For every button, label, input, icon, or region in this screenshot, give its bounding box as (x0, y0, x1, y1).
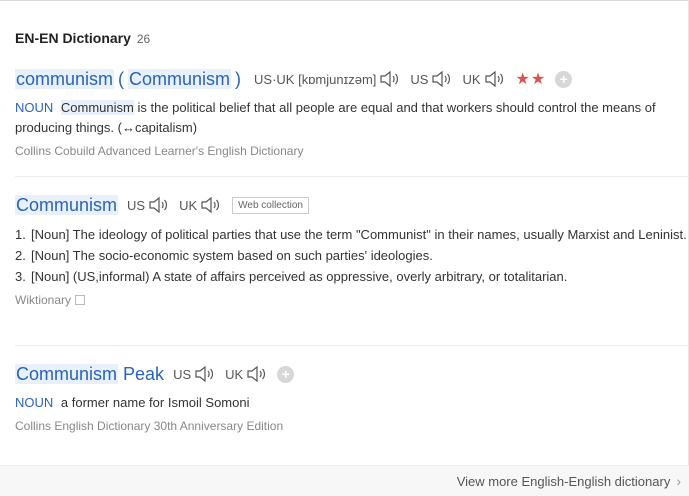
speaker-icon[interactable] (148, 196, 170, 214)
footer-bar: View more English-English dictionary › (0, 465, 689, 496)
chevron-right-icon: › (676, 473, 681, 489)
entry3-def-text: a former name for Ismoil Somoni (60, 395, 250, 410)
entry3-pos: NOUN (15, 395, 54, 410)
sense-item: 2. [Noun] The socio-economic system based… (15, 248, 433, 263)
entry2-pron-us: US (127, 196, 170, 214)
speaker-icon[interactable] (200, 196, 222, 214)
entry2-source[interactable]: Wiktionary (15, 293, 86, 307)
entry1-alt-form[interactable]: Communism (128, 68, 232, 90)
entry1-def-word: Communism (60, 100, 134, 115)
entry2-pron-uk: UK (179, 196, 222, 214)
entry3-us-label: US (173, 366, 192, 382)
entry1-uk-label: UK (462, 71, 481, 87)
speaker-icon[interactable] (431, 70, 453, 88)
entry1-pron-us: US (410, 70, 453, 88)
entry2-headword-row: Communism US UK Web collection (15, 193, 687, 217)
entry3-pron-us: US (173, 365, 216, 383)
view-more-link[interactable]: View more English-English dictionary › (457, 473, 681, 489)
entry3-headword[interactable]: Communism Peak (15, 363, 164, 385)
entry1-ipa-label: US·UK [kɒmjunɪzəm] (254, 71, 377, 87)
section-title: EN-EN Dictionary (15, 30, 131, 46)
entry3-uk-label: UK (225, 366, 244, 382)
entry1-us-label: US (410, 71, 429, 87)
web-collection-badge[interactable]: Web collection (232, 196, 309, 214)
entry-communism-peak: Communism Peak US UK + NOUN a former nam… (15, 362, 687, 433)
entry2-headword[interactable]: Communism (15, 194, 119, 216)
add-icon[interactable]: + (277, 365, 295, 383)
top-border (0, 0, 689, 1)
entry1-pron-ipa: US·UK [kɒmjunɪzəm] (254, 70, 401, 88)
speaker-icon[interactable] (484, 70, 506, 88)
speaker-icon[interactable] (194, 365, 216, 383)
entry3-definition: NOUN a former name for Ismoil Somoni (15, 393, 687, 413)
entry1-paren-close: ) (235, 68, 242, 89)
speaker-icon[interactable] (246, 365, 268, 383)
section-header: EN-EN Dictionary 26 (15, 30, 150, 46)
speaker-icon[interactable] (379, 70, 401, 88)
divider (15, 345, 689, 346)
view-more-label: View more English-English dictionary (456, 473, 671, 489)
entry3-headword-row: Communism Peak US UK + (15, 362, 687, 386)
entry1-definition: NOUN Communism is the political belief t… (15, 98, 687, 138)
add-icon[interactable]: + (555, 70, 573, 88)
entry1-headword-row: communism ( Communism ) US·UK [kɒmjunɪzə… (15, 67, 687, 91)
result-count: 26 (136, 32, 151, 46)
entry2-source-label: Wiktionary (15, 293, 72, 307)
frequency-stars: ★★ (515, 71, 547, 88)
external-box-icon (75, 295, 86, 305)
sense-item: 3. [Noun] (US,informal) A state of affair… (15, 269, 568, 284)
entry2-uk-label: UK (179, 197, 198, 213)
entry2-senses: 1. [Noun] The ideology of political parti… (15, 224, 687, 287)
entry1-pos: NOUN (15, 100, 54, 115)
entry2-us-label: US (127, 197, 146, 213)
entry3-source: Collins English Dictionary 30th Annivers… (15, 419, 284, 433)
entry3-pron-uk: UK (225, 365, 268, 383)
sense-item: 1. [Noun] The ideology of political parti… (15, 227, 687, 242)
entry-communism-wiktionary: Communism US UK Web collection 1. [Noun] … (15, 193, 687, 309)
entry1-pron-uk: UK (462, 70, 505, 88)
entry1-headword[interactable]: communism (15, 68, 115, 90)
entry1-source: Collins Cobuild Advanced Learner's Engli… (15, 144, 304, 158)
entry-communism: communism ( Communism ) US·UK [kɒmjunɪzə… (15, 67, 687, 158)
entry1-paren-open: ( (118, 68, 125, 89)
divider (15, 176, 689, 177)
